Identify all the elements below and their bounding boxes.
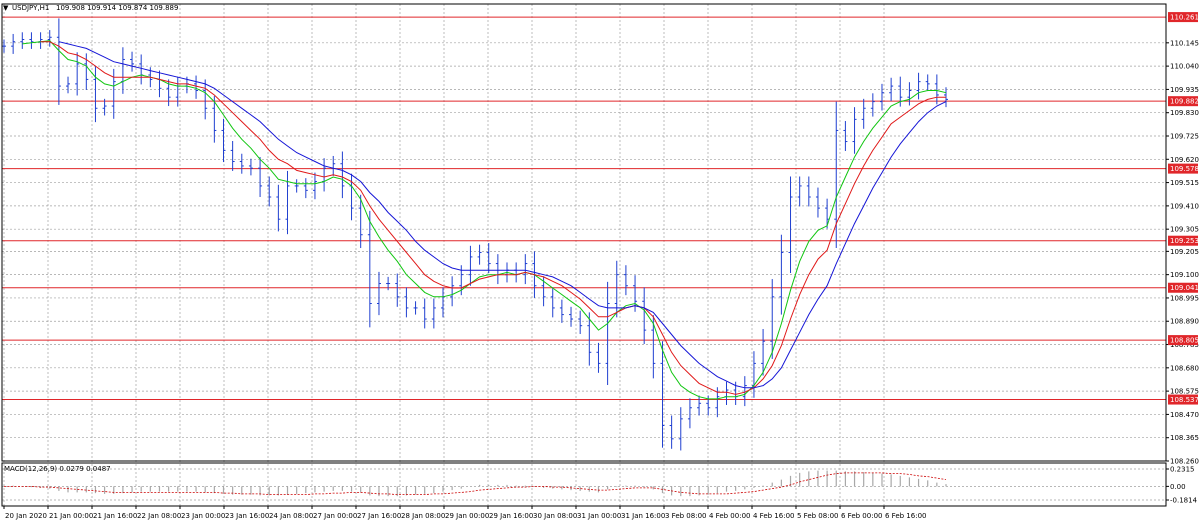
- price-axis: 110.145 110.040 109.935 109.830 109.725 109.6…: [1166, 39, 1199, 505]
- price-level-label: 108.805: [1170, 337, 1199, 345]
- price-level-label: 108.537: [1170, 396, 1199, 404]
- price-tick-label: 109.725: [1170, 132, 1199, 140]
- price-tick-label: 109.935: [1170, 86, 1199, 94]
- chart-header: ▼ USDJPY,H1 109.908 109.914 109.874 109.…: [3, 4, 178, 12]
- price-tick-label: 108.260: [1170, 458, 1199, 466]
- price-level-label: 109.578: [1170, 165, 1199, 173]
- time-tick-label: 30 Jan 08:00: [533, 512, 577, 520]
- time-tick-label: 23 Jan 00:00: [181, 512, 225, 520]
- time-tick-label: 21 Jan 16:00: [93, 512, 137, 520]
- price-level-label: 110.261: [1170, 14, 1199, 22]
- price-tick-label: 108.995: [1170, 294, 1199, 302]
- time-tick-label: 29 Jan 16:00: [489, 512, 533, 520]
- price-tick-label: 108.890: [1170, 318, 1199, 326]
- time-tick-label: 6 Feb 16:00: [885, 512, 926, 520]
- price-tick-label: 108.680: [1170, 364, 1199, 372]
- time-tick-label: 27 Jan 00:00: [313, 512, 357, 520]
- price-tick-label: 109.205: [1170, 248, 1199, 256]
- time-tick-label: 3 Feb 08:00: [665, 512, 706, 520]
- price-level-label: 109.253: [1170, 237, 1199, 245]
- time-tick-label: 31 Jan 16:00: [621, 512, 665, 520]
- price-level-label: 109.041: [1170, 284, 1199, 292]
- time-tick-label: 31 Jan 00:00: [577, 512, 621, 520]
- price-tick-label: 109.830: [1170, 109, 1199, 117]
- price-tick-label: 110.145: [1170, 39, 1199, 47]
- time-tick-label: 20 Jan 2020: [5, 512, 47, 520]
- time-tick-label: 5 Feb 08:00: [797, 512, 838, 520]
- usdjpy-h1-chart[interactable]: 110.145 110.040 109.935 109.830 109.725 109.6…: [0, 0, 1200, 524]
- time-tick-label: 21 Jan 00:00: [49, 512, 93, 520]
- time-tick-label: 29 Jan 00:00: [445, 512, 489, 520]
- time-tick-label: 23 Jan 16:00: [225, 512, 269, 520]
- macd-indicator-label: MACD(12,26,9) 0.0279 0.0487: [4, 465, 111, 473]
- time-tick-label: 22 Jan 08:00: [137, 512, 181, 520]
- macd-tick-label: 0.2315: [1170, 466, 1195, 474]
- price-tick-label: 108.365: [1170, 434, 1199, 442]
- chart-container[interactable]: 110.145 110.040 109.935 109.830 109.725 109.6…: [0, 0, 1200, 524]
- time-tick-label: 4 Feb 00:00: [709, 512, 750, 520]
- price-tick-label: 109.305: [1170, 226, 1199, 234]
- time-tick-label: 24 Jan 08:00: [269, 512, 313, 520]
- price-tick-label: 109.410: [1170, 202, 1199, 210]
- macd-tick-label: 0.00: [1170, 483, 1186, 491]
- price-tick-label: 108.575: [1170, 388, 1199, 396]
- symbol-label: USDJPY,H1: [12, 4, 49, 12]
- dropdown-arrow-icon[interactable]: ▼: [3, 4, 9, 12]
- price-tick-label: 108.470: [1170, 411, 1199, 419]
- time-tick-label: 27 Jan 16:00: [357, 512, 401, 520]
- price-level-label: 109.882: [1170, 98, 1199, 106]
- time-tick-label: 4 Feb 16:00: [753, 512, 794, 520]
- price-tick-label: 109.515: [1170, 179, 1199, 187]
- macd-header: MACD(12,26,9) 0.0279 0.0487: [4, 465, 111, 473]
- price-tick-label: 109.620: [1170, 156, 1199, 164]
- price-tick-label: 109.100: [1170, 271, 1199, 279]
- ohlc-readout: 109.908 109.914 109.874 109.889: [56, 4, 178, 12]
- time-tick-label: 6 Feb 00:00: [841, 512, 882, 520]
- price-tick-label: 110.040: [1170, 63, 1199, 71]
- macd-tick-label: -0.1814: [1170, 497, 1198, 505]
- time-tick-label: 28 Jan 08:00: [401, 512, 445, 520]
